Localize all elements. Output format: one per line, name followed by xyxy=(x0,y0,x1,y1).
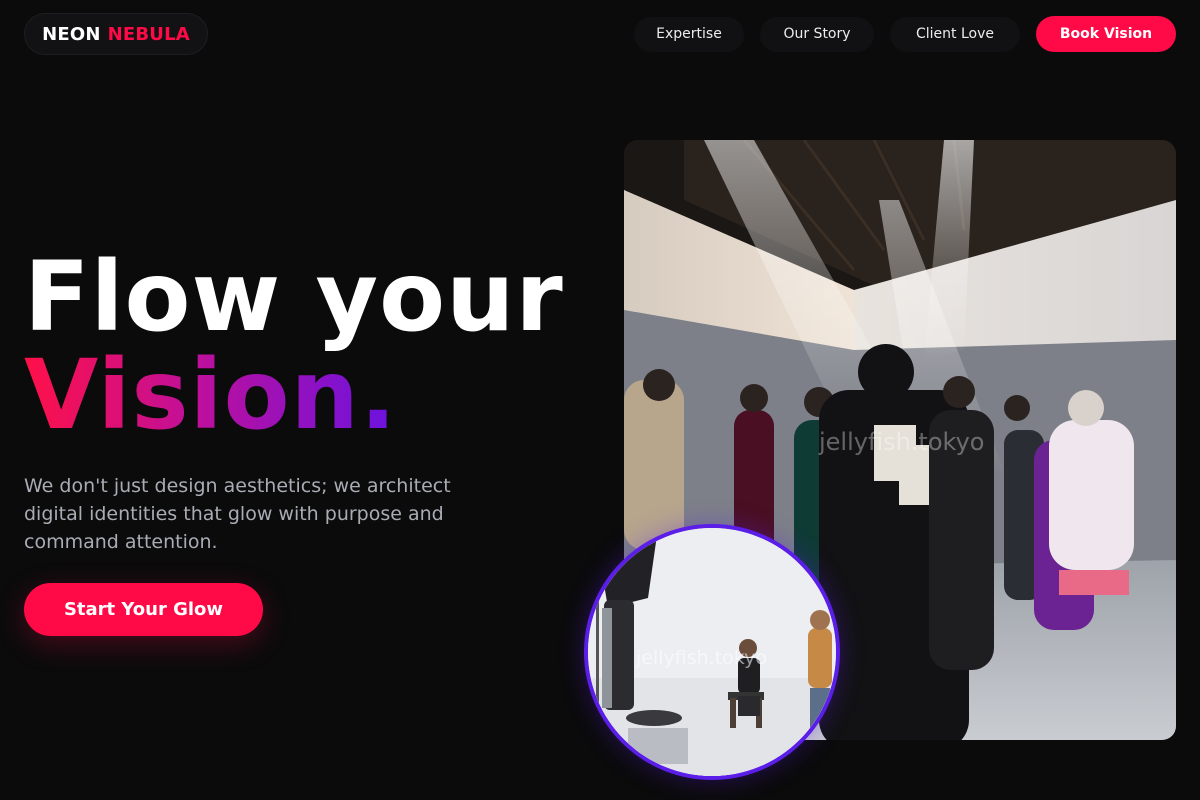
inset-photo-studio-shoot: jellyfish.tokyo xyxy=(584,524,840,780)
nav-link-expertise[interactable]: Expertise xyxy=(634,16,744,52)
brand-word-neon: NEON xyxy=(42,23,101,45)
headline-line-2-gradient: Vision. xyxy=(24,339,398,451)
hero-headline: Flow your Vision. xyxy=(24,248,564,444)
headline-line-1: Flow your xyxy=(24,241,564,353)
hero-subcopy: We don't just design aesthetics; we arch… xyxy=(24,475,451,553)
top-navigation: Expertise Our Story Client Love Book Vis… xyxy=(634,16,1176,52)
main-photo-watermark: jellyfish.tokyo xyxy=(818,428,984,456)
nav-link-our-story[interactable]: Our Story xyxy=(760,16,874,52)
brand-word-nebula: NEBULA xyxy=(107,23,190,45)
inset-photo-watermark: jellyfish.tokyo xyxy=(635,647,767,669)
studio-shoot-illustration: jellyfish.tokyo xyxy=(588,528,836,776)
start-your-glow-button[interactable]: Start Your Glow xyxy=(24,583,263,636)
book-vision-button[interactable]: Book Vision xyxy=(1036,16,1176,52)
brand-logo[interactable]: NEON NEBULA xyxy=(24,13,208,55)
nav-link-client-love[interactable]: Client Love xyxy=(890,16,1020,52)
landing-page: NEON NEBULA Expertise Our Story Client L… xyxy=(0,0,1200,800)
